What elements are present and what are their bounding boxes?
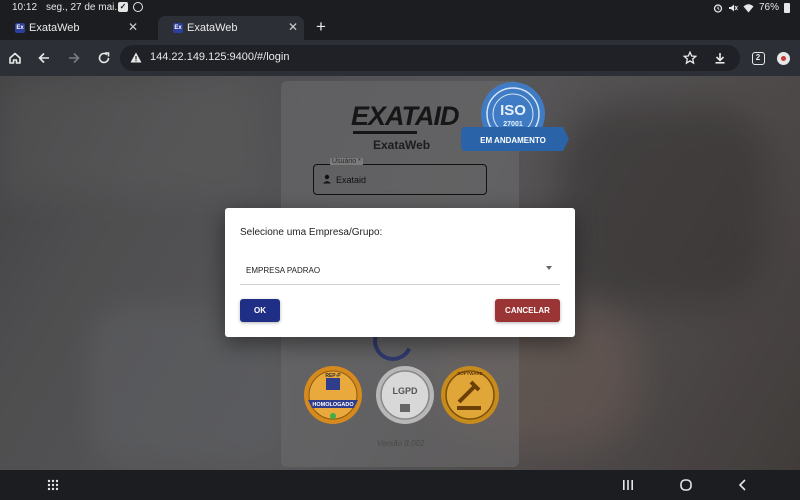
dialog-title: Selecione uma Empresa/Grupo:: [240, 227, 383, 238]
back-icon[interactable]: [35, 49, 53, 67]
back-button-icon[interactable]: [735, 477, 751, 493]
tab-switcher-button[interactable]: 2: [749, 49, 767, 67]
download-icon[interactable]: [713, 51, 727, 65]
reload-icon[interactable]: [95, 49, 113, 67]
tab-title: ExataWeb: [29, 22, 80, 34]
svg-text:SOFTWARE: SOFTWARE: [457, 371, 483, 376]
svg-text:27001: 27001: [503, 121, 523, 128]
wifi-icon: [743, 3, 754, 12]
tab-title: ExataWeb: [187, 22, 238, 34]
recent-apps-icon[interactable]: [620, 477, 636, 493]
svg-text:LGPD: LGPD: [392, 386, 418, 396]
user-icon: [323, 174, 331, 184]
company-select[interactable]: EMPRESA PADRAO: [240, 253, 560, 285]
svg-text:EM ANDAMENTO: EM ANDAMENTO: [480, 136, 546, 145]
ok-button[interactable]: OK: [240, 299, 280, 322]
exata-favicon-icon: Ex: [15, 23, 25, 33]
status-time: 10:12: [12, 2, 38, 13]
avatar: [776, 51, 790, 65]
tab-count: 2: [751, 51, 765, 65]
address-bar[interactable]: 144.22.149.125:9400/#/login: [120, 45, 740, 71]
app-drawer-icon[interactable]: [45, 477, 61, 493]
new-tab-button[interactable]: +: [316, 17, 326, 37]
check-icon: ✓: [118, 2, 128, 12]
page-content: EXATAID ExataWeb ISO 27001 EM ANDAMENTO …: [0, 76, 800, 470]
tab-exataweb-2[interactable]: Ex ExataWeb ✕: [158, 16, 304, 40]
browser-toolbar: 144.22.149.125:9400/#/login 2: [0, 40, 800, 76]
profile-menu-icon[interactable]: [774, 49, 792, 67]
close-icon[interactable]: ✕: [288, 20, 298, 34]
username-value[interactable]: Exataid: [336, 175, 366, 185]
status-date: seg., 27 de mai.: [46, 2, 118, 13]
version-text: Versão 8.002: [377, 439, 425, 448]
tab-strip: Ex ExataWeb ✕ Ex ExataWeb ✕ +: [0, 16, 800, 40]
battery-icon: [784, 2, 790, 13]
home-button-icon[interactable]: [678, 477, 694, 493]
tab-exataweb-1[interactable]: Ex ExataWeb ✕: [0, 16, 146, 40]
svg-text:ISO: ISO: [500, 102, 526, 119]
username-label: Usuário *: [330, 158, 363, 165]
system-navigation-bar: [0, 470, 800, 500]
star-icon[interactable]: [683, 51, 697, 65]
battery-percent: 76%: [758, 2, 779, 13]
brand-subtitle: ExataWeb: [373, 138, 431, 152]
close-icon[interactable]: ✕: [128, 20, 138, 34]
mute-icon: [728, 4, 738, 11]
company-select-value[interactable]: EMPRESA PADRAO: [246, 266, 320, 275]
exataid-logo: EXATAID: [351, 101, 459, 134]
lgpd-seal-icon: LGPD: [376, 366, 434, 424]
status-bar: 10:12 seg., 27 de mai. ✓ 76%: [0, 0, 800, 16]
warning-icon[interactable]: [130, 52, 142, 63]
url-text[interactable]: 144.22.149.125:9400/#/login: [150, 51, 289, 63]
software-seal-icon: SOFTWARE: [441, 366, 499, 424]
cancel-button[interactable]: CANCELAR: [495, 299, 560, 322]
username-field[interactable]: Usuário * Exataid: [313, 158, 487, 195]
sync-icon: [133, 2, 143, 12]
forward-icon[interactable]: [65, 49, 83, 67]
svg-text:HOMOLOGADO: HOMOLOGADO: [312, 402, 354, 408]
home-icon[interactable]: [6, 49, 24, 67]
iso-27001-badge-icon: ISO 27001 EM ANDAMENTO: [461, 82, 569, 151]
select-company-dialog: Selecione uma Empresa/Grupo: EMPRESA PAD…: [225, 208, 575, 337]
rep-p-seal-icon: REP-P HOMOLOGADO: [304, 366, 362, 424]
svg-text:REP-P: REP-P: [325, 373, 341, 379]
alarm-icon: [713, 3, 723, 13]
dropdown-arrow-icon[interactable]: [546, 266, 552, 270]
exata-favicon-icon: Ex: [173, 23, 183, 33]
